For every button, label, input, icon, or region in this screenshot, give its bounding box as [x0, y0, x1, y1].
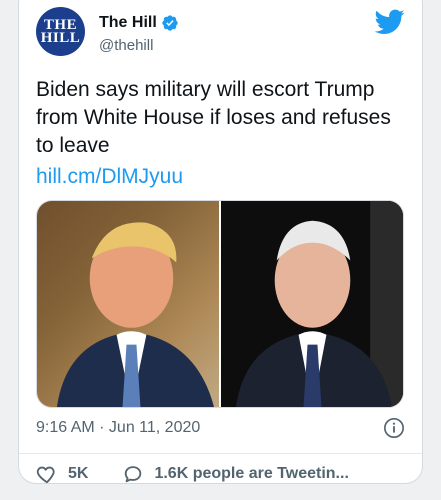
tweet-media[interactable]	[36, 200, 404, 408]
speech-bubble-icon	[125, 466, 142, 483]
tweet-card[interactable]: THE HILL The Hill @thehill Biden says mi…	[18, 0, 423, 484]
like-button[interactable]: 5K	[36, 463, 89, 483]
avatar-logo-text: THE HILL	[40, 16, 81, 46]
tweet-text: Biden says military will escort Trump fr…	[36, 78, 391, 157]
trump-photo[interactable]	[37, 201, 219, 407]
conversation-label: 1.6K people are Tweetin...	[154, 465, 349, 482]
trump-photo-illustration	[37, 201, 219, 407]
twitter-bird-icon[interactable]	[375, 9, 405, 35]
tweet-link[interactable]: hill.cm/DlMJyuu	[36, 163, 183, 191]
verified-badge-icon	[162, 15, 178, 31]
likes-count: 5K	[68, 465, 89, 482]
divider	[19, 453, 422, 454]
heart-icon	[36, 466, 55, 483]
info-icon[interactable]	[383, 417, 405, 439]
biden-photo[interactable]	[221, 201, 403, 407]
account-handle[interactable]: @thehill	[99, 37, 153, 54]
tweet-timestamp[interactable]: 9:16 AM · Jun 11, 2020	[36, 419, 200, 437]
tweet-actions: 5K 1.6K people are Tweetin...	[36, 463, 383, 483]
avatar[interactable]: THE HILL	[36, 7, 85, 56]
display-name[interactable]: The Hill	[99, 14, 157, 32]
account-name-row[interactable]: The Hill	[99, 14, 179, 32]
conversation-button[interactable]: 1.6K people are Tweetin...	[122, 463, 349, 483]
biden-photo-illustration	[221, 201, 403, 407]
